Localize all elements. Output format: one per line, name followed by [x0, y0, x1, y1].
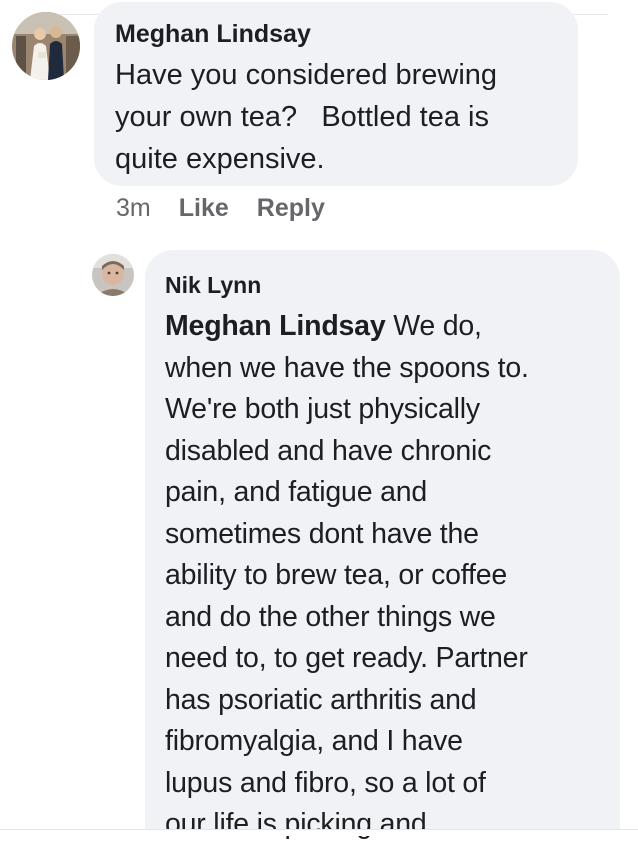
comment-bubble: Meghan Lindsay Have you considered brewi… — [94, 2, 578, 186]
mention-link[interactable]: Meghan Lindsay — [165, 310, 386, 342]
avatar[interactable] — [92, 254, 134, 296]
comment-text-line: We're both just physically — [165, 393, 480, 425]
comment-text-line: and do the other things we — [165, 600, 496, 633]
comment-actions: 3m Like Reply — [116, 190, 325, 226]
comment-text-fragment: We do, — [385, 310, 482, 342]
comment-text-line: has psoriatic arthritis and — [165, 683, 477, 716]
comment-author[interactable]: Nik Lynn — [165, 270, 604, 300]
comment-text-line: ability to brew tea, or coffee — [165, 559, 507, 591]
comment-author[interactable]: Meghan Lindsay — [115, 18, 560, 50]
comment-text-line: fibromyalgia, and I have — [165, 725, 463, 757]
profile-photo-avatar-icon — [92, 254, 134, 296]
comment-text-line: Have you considered brewing — [115, 59, 498, 91]
comment-text-line: disabled and have chronic — [165, 434, 492, 467]
comment-text-line: Meghan Lindsay We do, — [165, 306, 604, 348]
avatar[interactable] — [12, 12, 80, 80]
comment-text-line: need to, to get ready. Partner — [165, 642, 528, 674]
reply-bubble: Nik Lynn Meghan Lindsay We do, when we h… — [145, 250, 620, 840]
comment-text-line: when we have the spoons to. — [165, 351, 529, 384]
comment-text-line: our life is picking and — [165, 808, 427, 840]
comment-text-line: pain, and fatigue and — [165, 476, 428, 508]
comment-text-line: lupus and fibro, so a lot of — [165, 766, 486, 799]
comment-text: Have you considered brewing your own tea… — [115, 54, 560, 180]
wedding-photo-avatar-icon — [12, 12, 80, 80]
reply-button[interactable]: Reply — [257, 194, 325, 223]
comment-timestamp[interactable]: 3m — [116, 194, 151, 223]
comment-text: Meghan Lindsay We do, when we have the s… — [165, 306, 604, 846]
bottom-divider — [0, 829, 638, 836]
comment-text-line: sometimes dont have the — [165, 517, 479, 550]
comment-text-line: quite expensive. — [115, 143, 325, 175]
like-button[interactable]: Like — [179, 194, 229, 223]
comment-text-line: your own tea? Bottled tea is — [115, 101, 489, 133]
